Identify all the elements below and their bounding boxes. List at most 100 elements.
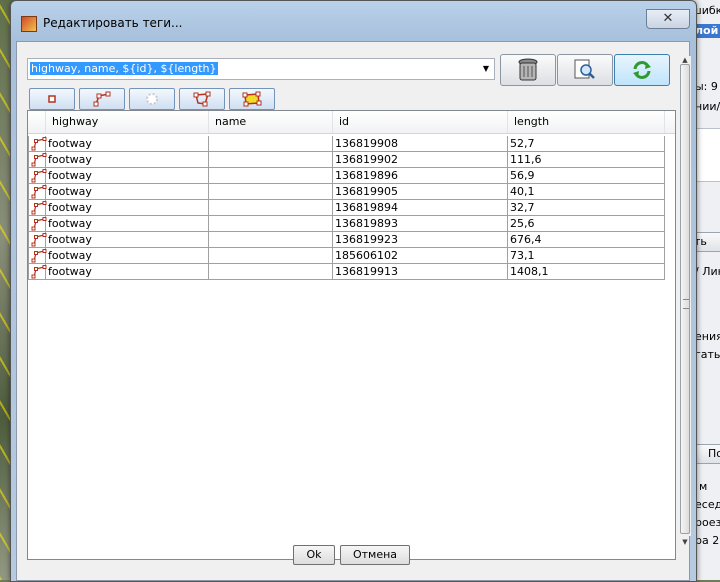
magnifier-icon <box>574 59 595 79</box>
way-icon <box>31 201 47 215</box>
cell-highway[interactable]: footway <box>46 248 209 264</box>
row-type-cell[interactable] <box>28 248 47 264</box>
cell-id[interactable]: 185606102 <box>333 248 508 264</box>
vertical-scrollbar[interactable]: ▲ ▼ <box>679 56 691 546</box>
refresh-button[interactable] <box>614 54 670 86</box>
delete-button[interactable] <box>500 54 556 86</box>
scroll-down-arrow-icon[interactable]: ▼ <box>679 538 691 546</box>
cell-id[interactable]: 136819893 <box>333 216 508 232</box>
row-type-cell[interactable] <box>28 136 47 152</box>
cell-length[interactable]: 25,6 <box>508 216 665 232</box>
panel-text: По <box>708 447 720 460</box>
cell-highway[interactable]: footway <box>46 152 209 168</box>
cell-id[interactable]: 136819905 <box>333 184 508 200</box>
table-row[interactable]: footway 136819893 25,6 <box>28 216 665 232</box>
cell-highway[interactable]: footway <box>46 168 209 184</box>
cell-id[interactable]: 136819908 <box>333 136 508 152</box>
panel-text: ы: 9 / <box>695 80 720 93</box>
row-type-cell[interactable] <box>28 200 47 216</box>
row-type-cell[interactable] <box>28 264 47 280</box>
table-row[interactable]: footway 136819896 56,9 <box>28 168 665 184</box>
cell-id[interactable]: 136819902 <box>333 152 508 168</box>
table-row[interactable]: footway 136819908 52,7 <box>28 136 665 152</box>
cell-highway[interactable]: footway <box>46 216 209 232</box>
row-type-cell[interactable] <box>28 184 47 200</box>
cell-highway[interactable]: footway <box>46 136 209 152</box>
column-header-name[interactable]: name <box>209 111 333 133</box>
table-row[interactable]: footway 185606102 73,1 <box>28 248 665 264</box>
ok-button[interactable]: Ok <box>293 545 335 565</box>
table-row[interactable]: footway 136819905 40,1 <box>28 184 665 200</box>
trash-icon <box>518 58 538 81</box>
cell-name[interactable] <box>209 216 333 232</box>
cancel-button[interactable]: Отмена <box>340 545 410 565</box>
table-row[interactable]: footway 136819894 32,7 <box>28 200 665 216</box>
column-header-highway[interactable]: highway <box>46 111 209 133</box>
way-icon <box>31 185 47 199</box>
panel-text: ра 2 <box>695 534 720 547</box>
table-row[interactable]: footway 136819913 1408,1 <box>28 264 665 280</box>
relation-filter-button[interactable] <box>129 88 175 110</box>
tags-table[interactable]: highway name id length footway 136819908 5… <box>27 110 676 560</box>
search-button[interactable] <box>557 54 613 86</box>
cell-highway[interactable]: footway <box>46 200 209 216</box>
area-filter-button[interactable] <box>229 88 275 110</box>
cell-name[interactable] <box>209 136 333 152</box>
table-row[interactable]: footway 136819923 676,4 <box>28 232 665 248</box>
cell-name[interactable] <box>209 168 333 184</box>
column-header-id[interactable]: id <box>333 111 508 133</box>
cell-length[interactable]: 56,9 <box>508 168 665 184</box>
cell-id[interactable]: 136819913 <box>333 264 508 280</box>
area-filter-icon <box>242 91 262 107</box>
column-header-icon[interactable] <box>28 111 46 133</box>
cell-length[interactable]: 32,7 <box>508 200 665 216</box>
cell-name[interactable] <box>209 152 333 168</box>
cell-length[interactable]: 73,1 <box>508 248 665 264</box>
dialog-content: highway, name, ${id}, ${length} ▼ highwa… <box>16 41 691 581</box>
cell-name[interactable] <box>209 184 333 200</box>
table-header: highway name id length <box>28 111 675 134</box>
app-icon <box>21 16 37 32</box>
cell-length[interactable]: 111,6 <box>508 152 665 168</box>
cell-name[interactable] <box>209 232 333 248</box>
cell-highway[interactable]: footway <box>46 232 209 248</box>
row-type-cell[interactable] <box>28 232 47 248</box>
title-bar[interactable]: Редактировать теги... ✕ <box>11 1 696 41</box>
tag-template-combo[interactable]: highway, name, ${id}, ${length} ▼ <box>27 58 495 80</box>
cell-name[interactable] <box>209 248 333 264</box>
tag-template-value[interactable]: highway, name, ${id}, ${length} <box>30 62 218 75</box>
cell-name[interactable] <box>209 200 333 216</box>
panel-text: еседк <box>695 498 720 511</box>
row-type-cell[interactable] <box>28 152 47 168</box>
panel-text: м <box>699 480 708 493</box>
node-filter-icon <box>48 95 56 103</box>
cell-length[interactable]: 1408,1 <box>508 264 665 280</box>
way-filter-button[interactable] <box>79 88 125 110</box>
scrollbar-thumb[interactable] <box>680 64 690 534</box>
cell-highway[interactable]: footway <box>46 184 209 200</box>
closed-way-filter-icon <box>193 91 211 107</box>
cell-id[interactable]: 136819923 <box>333 232 508 248</box>
node-filter-button[interactable] <box>29 88 75 110</box>
grip-icon <box>683 299 689 309</box>
scroll-up-arrow-icon[interactable]: ▲ <box>679 56 691 64</box>
chevron-down-icon[interactable]: ▼ <box>480 63 492 75</box>
cell-length[interactable]: 40,1 <box>508 184 665 200</box>
way-icon <box>31 265 47 279</box>
cell-highway[interactable]: footway <box>46 264 209 280</box>
cell-length[interactable]: 52,7 <box>508 136 665 152</box>
panel-text: нии/П <box>695 100 720 113</box>
cell-name[interactable] <box>209 264 333 280</box>
column-header-length[interactable]: length <box>508 111 665 133</box>
relation-filter-icon <box>146 93 158 105</box>
panel-text: ения: <box>695 330 720 343</box>
close-button[interactable]: ✕ <box>646 9 690 29</box>
table-row[interactable]: footway 136819902 111,6 <box>28 152 665 168</box>
cell-id[interactable]: 136819894 <box>333 200 508 216</box>
row-type-cell[interactable] <box>28 168 47 184</box>
cell-length[interactable]: 676,4 <box>508 232 665 248</box>
way-icon <box>31 153 47 167</box>
row-type-cell[interactable] <box>28 216 47 232</box>
closed-way-filter-button[interactable] <box>179 88 225 110</box>
cell-id[interactable]: 136819896 <box>333 168 508 184</box>
